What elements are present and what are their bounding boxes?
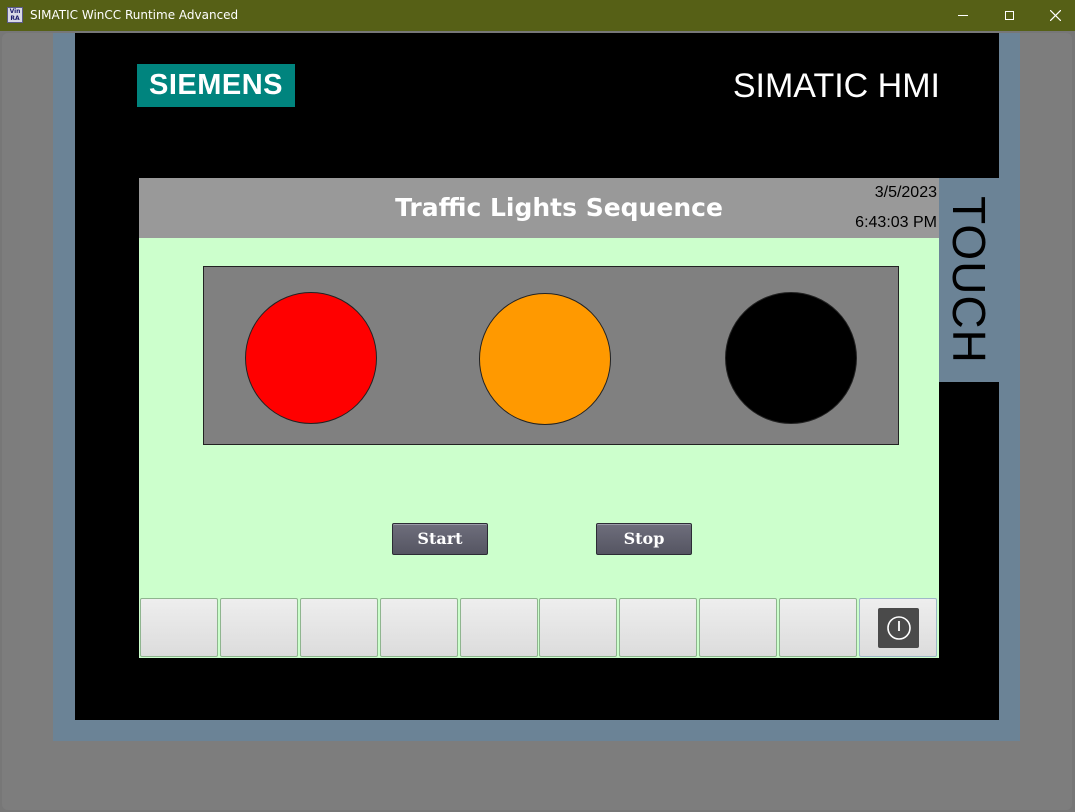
power-icon xyxy=(878,608,919,648)
amber-light xyxy=(479,293,611,425)
function-key-2[interactable] xyxy=(220,598,298,657)
close-icon xyxy=(1049,10,1061,21)
function-key-4[interactable] xyxy=(380,598,458,657)
function-key-5[interactable] xyxy=(460,598,538,657)
green-light xyxy=(725,292,857,424)
maximize-button[interactable] xyxy=(986,0,1032,31)
app-icon-text-bottom: RA xyxy=(10,15,20,22)
simatic-hmi-label: SIMATIC HMI xyxy=(732,67,940,105)
red-light xyxy=(245,292,377,424)
app-icon-text-top: Vin xyxy=(9,8,21,15)
function-key-8[interactable] xyxy=(699,598,777,657)
traffic-light-panel xyxy=(203,266,899,445)
function-key-1[interactable] xyxy=(140,598,218,657)
start-button[interactable]: Start xyxy=(392,523,488,555)
maximize-icon xyxy=(1004,11,1014,20)
time-display: 6:43:03 PM xyxy=(855,214,937,231)
exit-runtime-button[interactable] xyxy=(859,598,937,657)
siemens-logo: SIEMENS xyxy=(137,64,295,107)
function-key-6[interactable] xyxy=(539,598,617,657)
minimize-button[interactable] xyxy=(940,0,986,31)
function-key-bar xyxy=(139,598,939,658)
minimize-icon xyxy=(958,15,968,16)
stop-button[interactable]: Stop xyxy=(596,523,692,555)
window-title: SIMATIC WinCC Runtime Advanced xyxy=(30,8,239,22)
close-button[interactable] xyxy=(1032,0,1075,31)
date-display: 3/5/2023 xyxy=(874,184,937,201)
function-key-9[interactable] xyxy=(779,598,857,657)
screen-title: Traffic Lights Sequence xyxy=(395,193,723,222)
app-icon[interactable]: Vin RA xyxy=(7,7,23,23)
hmi-screen: Traffic Lights Sequence 3/5/2023 6:43:03… xyxy=(139,178,939,658)
function-key-3[interactable] xyxy=(300,598,378,657)
window-titlebar: Vin RA SIMATIC WinCC Runtime Advanced xyxy=(0,0,1075,31)
function-key-7[interactable] xyxy=(619,598,697,657)
